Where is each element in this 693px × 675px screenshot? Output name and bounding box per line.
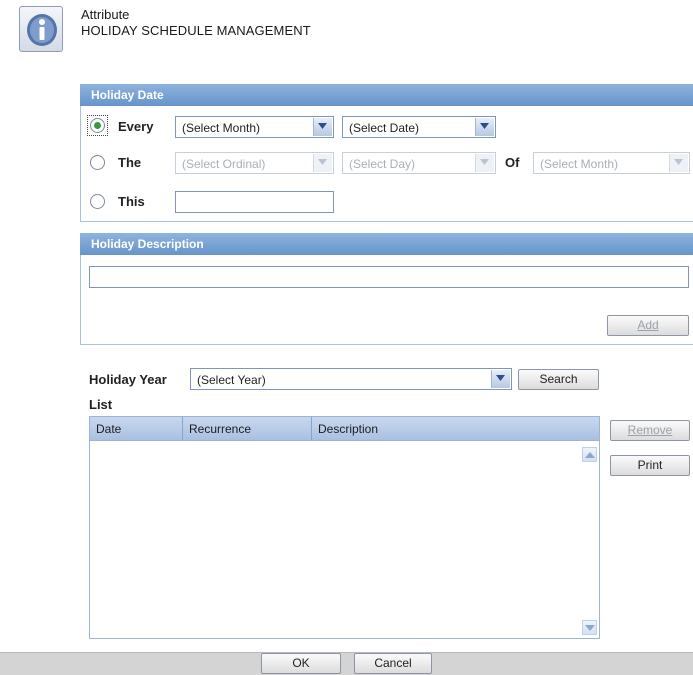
column-description[interactable]: Description bbox=[312, 417, 599, 440]
every-date-select[interactable]: (Select Date) bbox=[342, 116, 496, 138]
holiday-year-select[interactable]: (Select Year) bbox=[190, 368, 512, 390]
column-recurrence[interactable]: Recurrence bbox=[183, 417, 311, 440]
every-date-value: (Select Date) bbox=[349, 121, 420, 135]
ok-button[interactable]: OK bbox=[261, 653, 341, 674]
this-date-input[interactable] bbox=[175, 191, 334, 213]
holiday-list[interactable] bbox=[89, 416, 600, 639]
chevron-down-icon bbox=[313, 154, 332, 172]
add-button[interactable]: Add bbox=[607, 315, 689, 336]
every-month-select[interactable]: (Select Month) bbox=[175, 116, 334, 138]
holiday-date-header: Holiday Date bbox=[80, 84, 693, 106]
chevron-down-icon bbox=[475, 154, 494, 172]
holiday-description-header: Holiday Description bbox=[80, 233, 693, 255]
column-date[interactable]: Date bbox=[90, 417, 182, 440]
every-label: Every bbox=[118, 119, 154, 134]
scroll-up-icon[interactable] bbox=[582, 447, 597, 462]
scroll-down-icon[interactable] bbox=[582, 620, 597, 635]
the-radio[interactable] bbox=[90, 155, 105, 170]
cancel-button[interactable]: Cancel bbox=[354, 653, 432, 674]
the-label: The bbox=[118, 155, 142, 170]
the-day-select[interactable]: (Select Day) bbox=[342, 152, 496, 174]
print-button[interactable]: Print bbox=[610, 455, 690, 476]
this-label: This bbox=[118, 194, 145, 209]
every-month-value: (Select Month) bbox=[182, 121, 261, 135]
the-ordinal-value: (Select Ordinal) bbox=[182, 157, 266, 171]
info-icon bbox=[19, 6, 63, 52]
chevron-down-icon bbox=[475, 118, 494, 136]
header-label: Attribute bbox=[81, 7, 130, 22]
this-radio[interactable] bbox=[90, 194, 105, 209]
list-header: Date Recurrence Description bbox=[89, 416, 600, 441]
the-month-value: (Select Month) bbox=[540, 157, 619, 171]
the-ordinal-select[interactable]: (Select Ordinal) bbox=[175, 152, 334, 174]
chevron-down-icon bbox=[669, 154, 688, 172]
list-title: List bbox=[89, 397, 113, 412]
of-label: Of bbox=[505, 155, 520, 170]
holiday-year-label: Holiday Year bbox=[89, 372, 167, 387]
search-button[interactable]: Search bbox=[518, 369, 599, 390]
page-title: HOLIDAY SCHEDULE MANAGEMENT bbox=[81, 23, 311, 38]
remove-button[interactable]: Remove bbox=[610, 420, 690, 441]
chevron-down-icon bbox=[491, 370, 510, 388]
the-month-select[interactable]: (Select Month) bbox=[533, 152, 690, 174]
chevron-down-icon bbox=[313, 118, 332, 136]
dialog-footer bbox=[0, 652, 693, 675]
description-input[interactable] bbox=[89, 266, 689, 288]
every-radio[interactable] bbox=[90, 118, 105, 133]
holiday-year-value: (Select Year) bbox=[197, 373, 266, 387]
the-day-value: (Select Day) bbox=[349, 157, 416, 171]
